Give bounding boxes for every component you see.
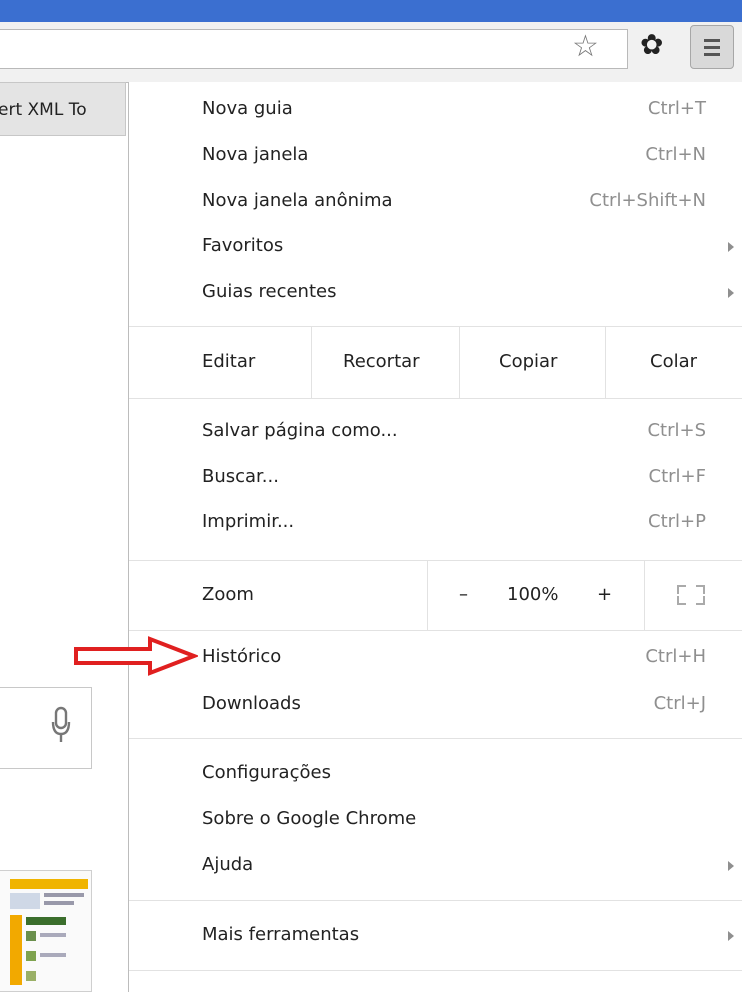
menu-item-new-tab[interactable]: Nova guia Ctrl+T [129,90,742,132]
cut-button[interactable]: Recortar [343,326,420,398]
address-bar[interactable] [0,29,628,69]
menu-item-new-window[interactable]: Nova janela Ctrl+N [129,136,742,178]
page-thumbnail[interactable] [0,870,92,992]
zoom-in-button[interactable]: + [597,560,612,630]
browser-toolbar: ☆ ✿ [0,22,742,83]
submenu-arrow-icon [728,861,734,871]
menu-item-about-chrome[interactable]: Sobre o Google Chrome [129,800,742,842]
window-title-bar [0,0,742,22]
zoom-label: Zoom [202,584,254,605]
edit-label: Editar [202,351,256,372]
menu-item-print[interactable]: Imprimir... Ctrl+P [129,503,742,545]
menu-item-help[interactable]: Ajuda [129,846,742,888]
menu-item-history[interactable]: Histórico Ctrl+H [129,638,742,680]
menu-item-find[interactable]: Buscar... Ctrl+F [129,458,742,500]
copy-button[interactable]: Copiar [499,326,557,398]
zoom-row: Zoom – 100% + [129,560,742,630]
zoom-out-button[interactable]: – [459,560,468,630]
menu-item-downloads[interactable]: Downloads Ctrl+J [129,685,742,727]
gear-icon[interactable]: ✿ [640,30,663,60]
microphone-icon[interactable] [50,706,72,746]
menu-separator [129,900,742,901]
menu-separator [129,970,742,971]
browser-tab[interactable]: ert XML To [0,82,126,136]
paste-button[interactable]: Colar [650,326,697,398]
menu-item-settings[interactable]: Configurações [129,754,742,796]
submenu-arrow-icon [728,242,734,252]
zoom-level: 100% [507,584,559,605]
menu-item-recent-tabs[interactable]: Guias recentes [129,273,742,315]
submenu-arrow-icon [728,288,734,298]
menu-item-save-page-as[interactable]: Salvar página como... Ctrl+S [129,412,742,454]
chrome-main-menu: Nova guia Ctrl+T Nova janela Ctrl+N Nova… [128,82,742,992]
menu-item-new-incognito-window[interactable]: Nova janela anônima Ctrl+Shift+N [129,182,742,224]
submenu-arrow-icon [728,931,734,941]
hamburger-menu-icon [704,39,720,42]
fullscreen-icon[interactable] [677,585,705,605]
annotation-arrow-icon [74,636,198,676]
chrome-menu-button[interactable] [690,25,734,69]
edit-row: Editar Recortar Copiar Colar [129,326,742,398]
bookmark-star-icon[interactable]: ☆ [572,32,599,62]
menu-item-more-tools[interactable]: Mais ferramentas [129,916,742,958]
menu-item-bookmarks[interactable]: Favoritos [129,227,742,269]
menu-separator [129,398,742,399]
menu-separator [129,738,742,739]
search-box[interactable] [0,687,92,769]
tab-title: ert XML To [0,100,87,120]
menu-separator [129,630,742,631]
page-content [0,136,128,992]
